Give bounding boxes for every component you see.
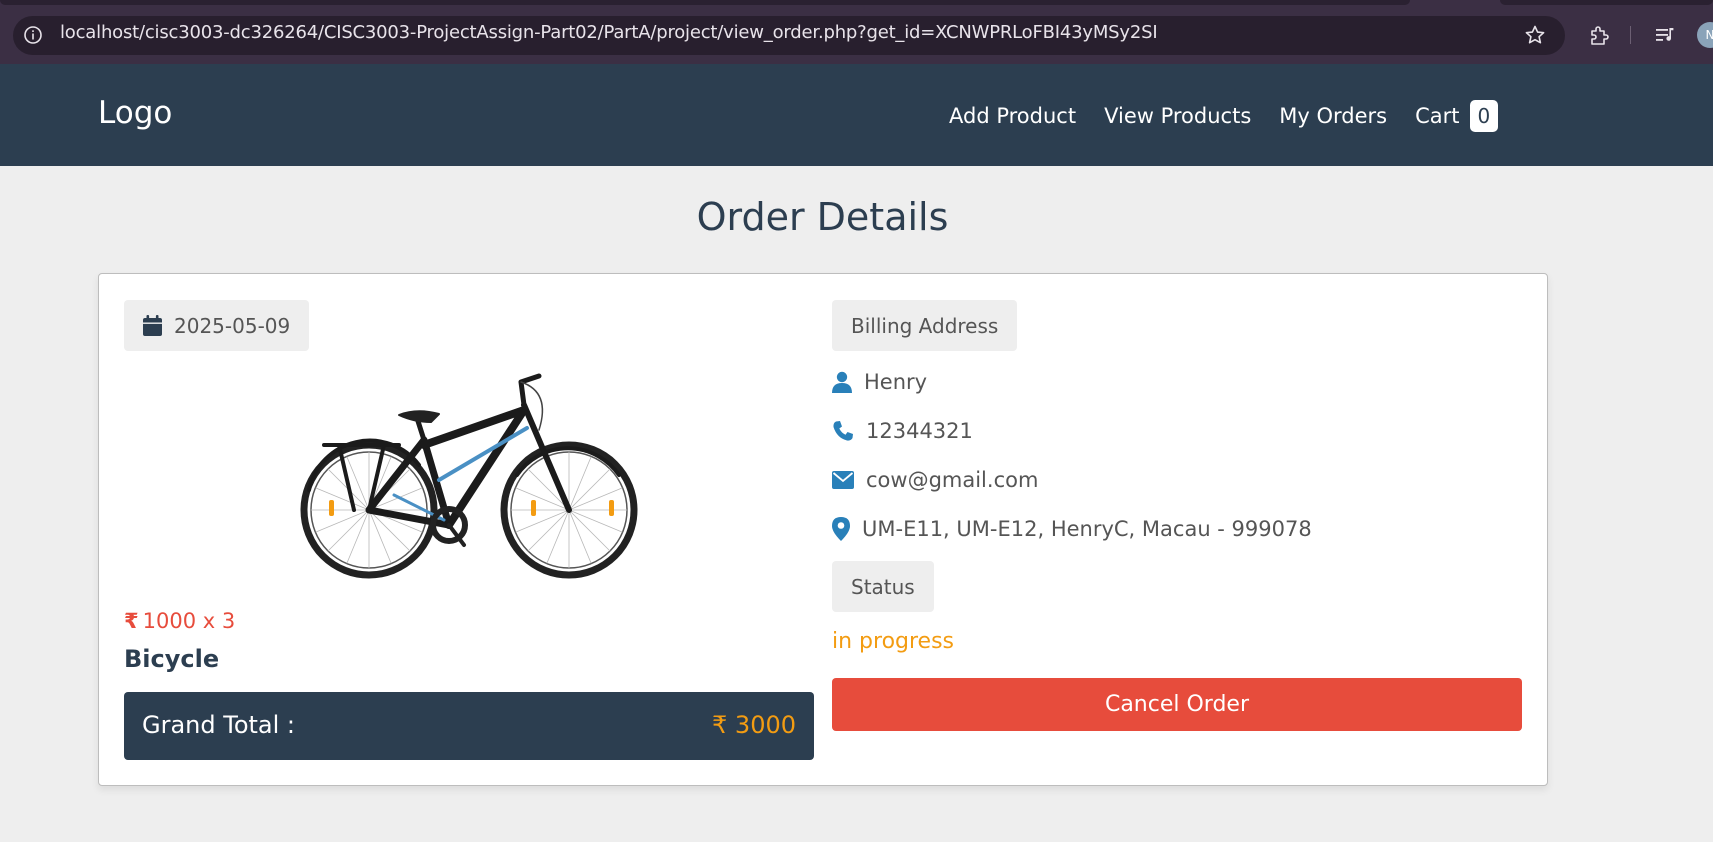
- url-text[interactable]: localhost/cisc3003-dc326264/CISC3003-Pro…: [60, 22, 1158, 43]
- customer-email: cow@gmail.com: [866, 468, 1039, 492]
- billing-address-heading: Billing Address: [832, 300, 1018, 351]
- customer-address: UM-E11, UM-E12, HenryC, Macau - 999078: [862, 517, 1312, 541]
- unit-price-quantity: ₹1000 x 3: [124, 609, 235, 633]
- site-info-icon[interactable]: [22, 24, 44, 46]
- browser-tab[interactable]: [0, 0, 1410, 5]
- phone-icon: [833, 421, 853, 441]
- browser-tab-strip: [0, 0, 1713, 6]
- logo[interactable]: Logo: [98, 95, 172, 131]
- nav-view-products[interactable]: View Products: [1104, 104, 1251, 128]
- order-status: in progress: [832, 629, 955, 654]
- browser-tab[interactable]: [1500, 0, 1713, 5]
- price-text: 1000 x 3: [142, 609, 236, 633]
- nav-cart[interactable]: Cart: [1415, 104, 1459, 128]
- grand-total-bar: Grand Total : ₹ 3000: [124, 692, 814, 760]
- site-header: Logo Add Product View Products My Orders…: [0, 64, 1713, 166]
- nav-add-product[interactable]: Add Product: [949, 104, 1076, 128]
- customer-phone: 12344321: [866, 419, 973, 443]
- nav-my-orders[interactable]: My Orders: [1279, 104, 1387, 128]
- order-date-chip: 2025-05-09: [124, 300, 310, 351]
- customer-name-row: Henry: [832, 370, 927, 394]
- extensions-puzzle-icon[interactable]: [1587, 22, 1613, 48]
- customer-phone-row: 12344321: [832, 419, 973, 443]
- status-heading: Status: [832, 561, 934, 612]
- grand-total-label: Grand Total :: [142, 711, 296, 739]
- media-controls-icon[interactable]: [1652, 22, 1678, 48]
- map-marker-icon: [832, 517, 850, 541]
- order-card: 2025-05-09 ₹ 1000 x 3 Bicycle Grand Tota…: [98, 273, 1548, 786]
- rupee-icon: ₹: [712, 711, 728, 739]
- order-date: 2025-05-09: [174, 313, 291, 338]
- product-image: [300, 373, 638, 579]
- browser-toolbar: localhost/cisc3003-dc326264/CISC3003-Pro…: [0, 0, 1713, 64]
- page-title: Order Details: [696, 195, 949, 239]
- user-icon: [832, 371, 852, 393]
- product-name: Bicycle: [124, 645, 220, 673]
- customer-email-row: cow@gmail.com: [832, 468, 1038, 492]
- customer-address-row: UM-E11, UM-E12, HenryC, Macau - 999078: [832, 517, 1312, 541]
- cart-count-badge[interactable]: 0: [1469, 100, 1499, 132]
- grand-total-value: ₹ 3000: [712, 711, 796, 739]
- envelope-icon: [832, 471, 854, 489]
- toolbar-divider: [1630, 26, 1631, 44]
- grand-total-amount: 3000: [734, 711, 796, 739]
- calendar-icon: [143, 315, 162, 336]
- main-nav: Add Product View Products My Orders Cart…: [949, 100, 1499, 132]
- profile-avatar[interactable]: N: [1697, 22, 1713, 48]
- cancel-order-button[interactable]: Cancel Order: [832, 678, 1522, 731]
- rupee-icon: ₹: [124, 609, 139, 633]
- customer-name: Henry: [864, 370, 928, 394]
- bookmark-star-icon[interactable]: [1523, 23, 1547, 47]
